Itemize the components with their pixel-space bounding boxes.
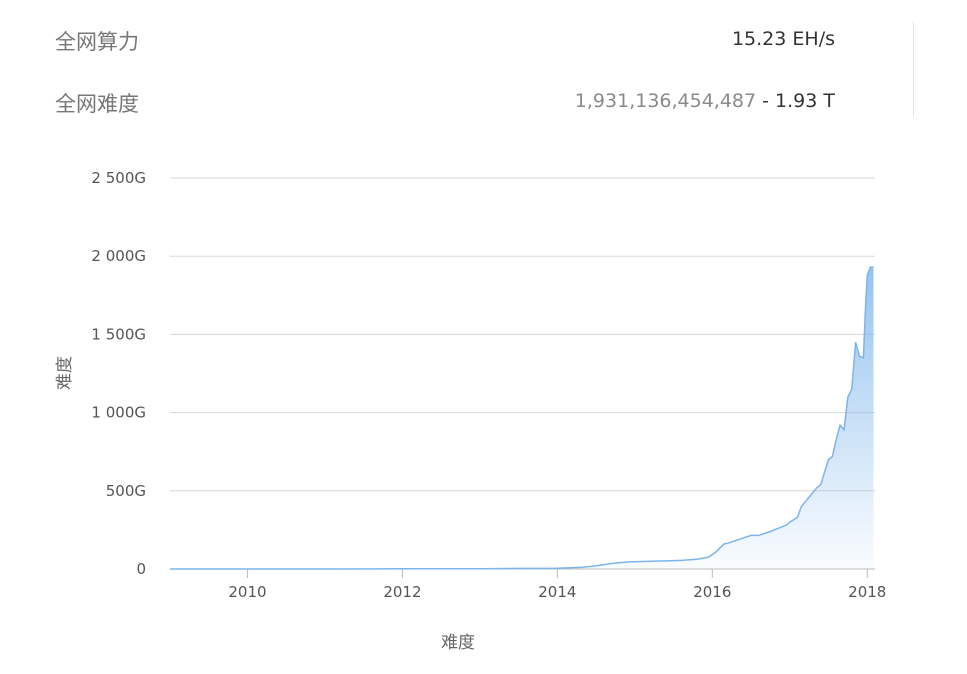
y-tick-label: 1 500G <box>91 325 146 343</box>
x-tick-label: 2018 <box>848 583 886 601</box>
x-axis-ticks: 2010 2012 2014 2016 2018 <box>228 569 886 601</box>
x-tick-label: 2016 <box>693 583 731 601</box>
y-tick-label: 2 000G <box>91 247 146 265</box>
grid-lines <box>170 177 875 570</box>
x-tick-label: 2010 <box>228 583 266 601</box>
y-axis-ticks: 0 500G 1 000G 1 500G 2 000G 2 500G <box>91 169 146 578</box>
x-axis-title: 难度 <box>441 633 475 653</box>
y-tick-label: 1 000G <box>91 404 146 422</box>
y-tick-label: 0 <box>136 560 146 578</box>
y-tick-label: 500G <box>106 482 146 500</box>
difficulty-area <box>170 267 874 569</box>
x-tick-label: 2012 <box>383 583 421 601</box>
y-tick-label: 2 500G <box>91 169 146 187</box>
difficulty-chart: 0500G1 000G1 500G2 000G2 500G 2010 2012 20… <box>55 169 886 653</box>
x-tick-label: 2014 <box>538 583 576 601</box>
y-axis-title: 难度 <box>55 356 75 390</box>
difficulty-line <box>170 266 874 570</box>
